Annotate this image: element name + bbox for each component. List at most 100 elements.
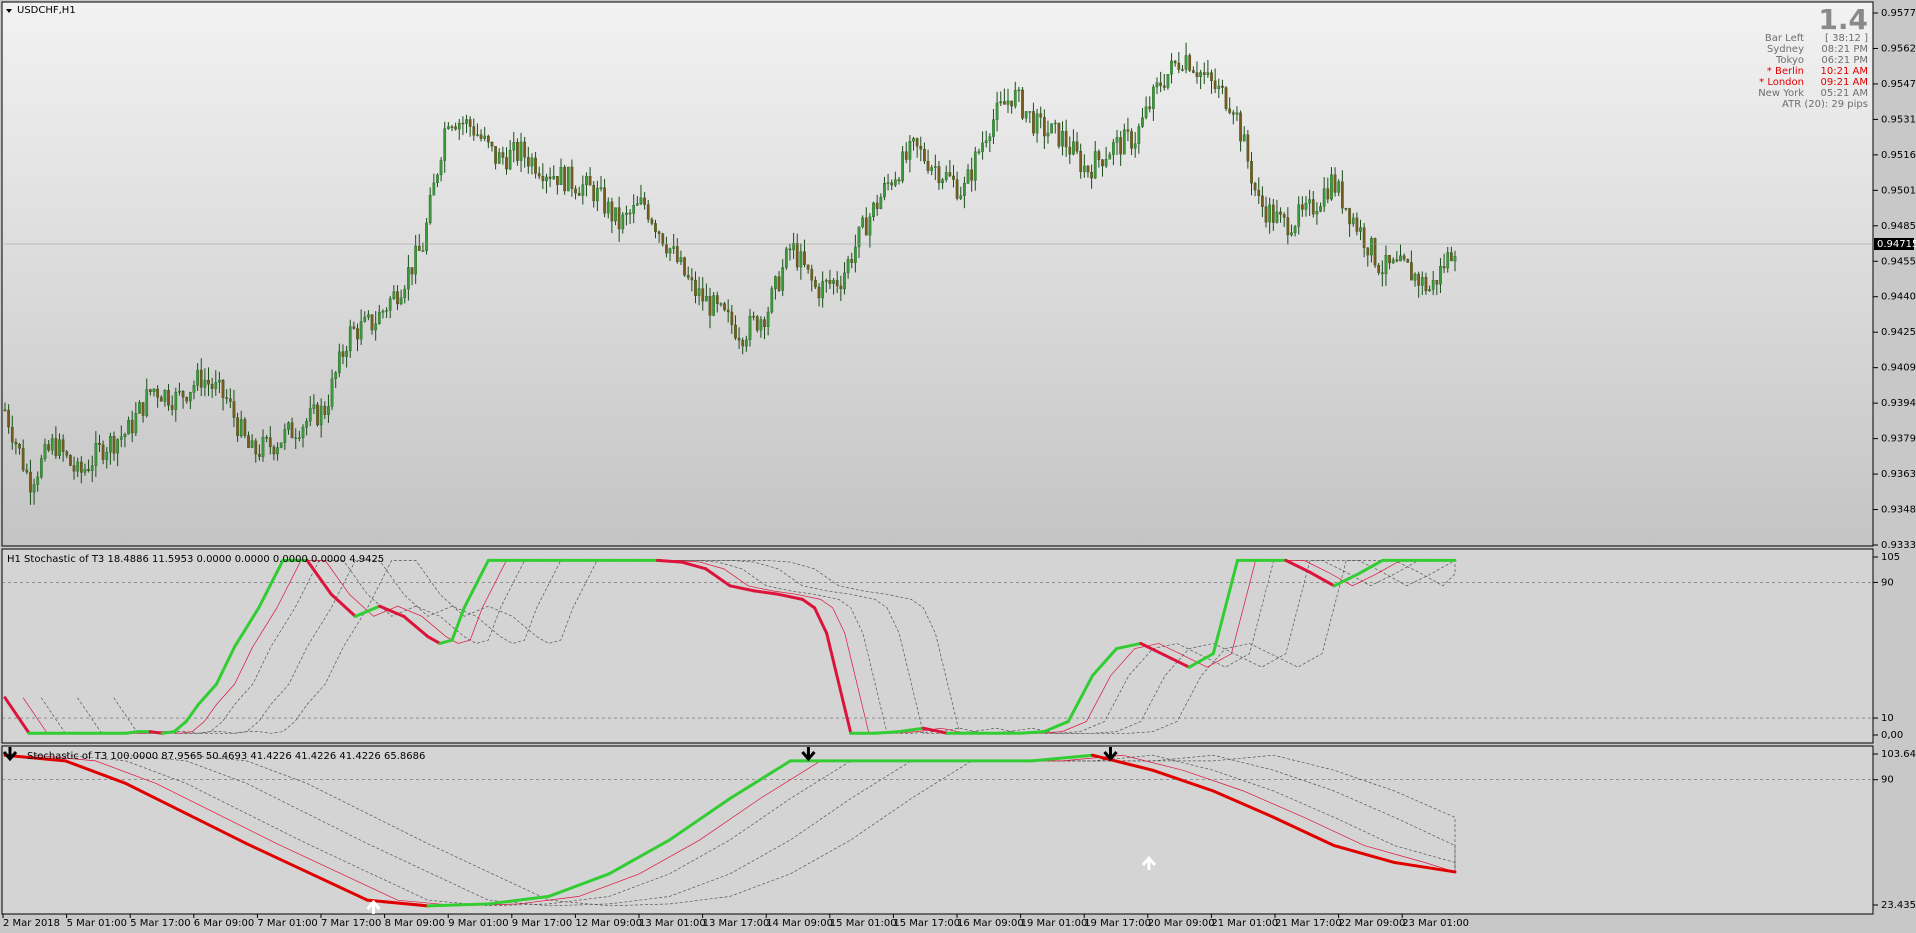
price-tick-label: 0.93330 [1881,540,1916,551]
oscillator-2-label: Stochastic of T3 100.0000 87.9565 50.469… [27,751,425,762]
info-row-value: 10:21 AM [1821,66,1868,77]
candle [1021,87,1024,121]
candle [1373,237,1377,268]
oscillator-2-tick-label: 90 [1881,775,1894,786]
price-tick-label: 0.94855 [1881,221,1916,232]
price-tick-label: 0.94250 [1881,327,1916,338]
time-tick-label: 15 Mar 01:00 [830,918,897,929]
main-line-segment [124,730,140,735]
time-tick-label: 19 Mar 01:00 [1021,918,1088,929]
candle [1050,123,1053,134]
price-tick-label: 0.93945 [1881,398,1916,409]
time-tick-label: 22 Mar 09:00 [1339,918,1406,929]
info-row-value: 05:21 AM [1821,88,1868,99]
candle [1166,74,1170,90]
info-row-label: * Berlin [1767,66,1804,77]
candle [755,315,759,333]
info-row-label: Sydney [1767,44,1804,55]
time-tick-label: 19 Mar 17:00 [1084,918,1151,929]
oscillator-1-tick-label: 10 [1881,713,1894,724]
candle [1188,53,1192,73]
oscillator-1-tick-label: 0,00 [1881,730,1903,741]
oscillator-axes: 105 90 10 0,00 103.6459 90 23.4358 [1873,552,1916,911]
candle [69,454,72,467]
time-tick-label: 20 Mar 09:00 [1148,918,1215,929]
main-line-segment [160,730,176,735]
oscillator-2-panel: Stochastic of T3 100.0000 87.9565 50.469… [1,745,1874,915]
candle [425,218,428,255]
time-tick-label: 9 Mar 01:00 [448,918,508,929]
candle [770,285,774,314]
price-axis: 0.95770 0.95620 0.95470 0.95315 0.95165 0.950… [1873,8,1916,551]
oscillator-1-label: H1 Stochastic of T3 18.4886 11.5953 0.00… [7,554,384,565]
info-row-label: Tokyo [1775,55,1804,66]
price-tick-label: 0.95620 [1881,43,1916,54]
price-tick-label: 0.95470 [1881,79,1916,90]
time-tick-label: 21 Mar 01:00 [1211,918,1278,929]
info-row-value: 06:21 PM [1821,55,1868,66]
main-line-segment [873,730,901,735]
time-axis: 2 Mar 2018 5 Mar 01:00 5 Mar 17:00 6 Mar 09… [2,914,1469,929]
price-tick-label: 0.94095 [1881,363,1916,374]
candle [566,166,570,192]
info-row-label: * London [1759,77,1804,88]
price-tick-label: 0.94550 [1881,256,1916,267]
oscillator-1-panel: H1 Stochastic of T3 18.4886 11.5953 0.00… [1,548,1874,744]
candle [279,442,283,449]
time-tick-label: 13 Mar 01:00 [639,918,706,929]
current-price-label: 0.94715 [1877,239,1916,250]
time-tick-label: 23 Mar 01:00 [1402,918,1469,929]
time-tick-label: 7 Mar 01:00 [257,918,317,929]
main-line-segment [148,730,164,735]
main-line-segment [426,902,490,908]
price-tick-label: 0.95315 [1881,114,1916,125]
main-line-segment [656,558,684,564]
info-big-value: 1.4 [1818,3,1868,36]
time-tick-label: 13 Mar 17:00 [703,918,770,929]
time-tick-label: 5 Mar 01:00 [67,918,127,929]
info-row-value: 09:21 AM [1821,77,1868,88]
candle [243,417,247,439]
candle [661,232,665,247]
candle [712,291,715,317]
oscillator-1-tick-label: 105 [1881,552,1900,563]
symbol-title: USDCHF,H1 [17,5,76,16]
atr-readout: ATR (20): 29 pips [1782,99,1868,110]
price-tick-label: 0.94400 [1881,292,1916,303]
time-tick-label: 2 Mar 2018 [3,918,60,929]
current-price-tag: 0.94715 [1874,238,1916,250]
price-tick-label: 0.93790 [1881,434,1916,445]
chart-canvas: USDCHF,H1 1.4 Bar Left [ 38:12 ] Sydney 08:2… [1,1,1916,929]
candle [683,256,686,277]
info-row-value: [ 38:12 ] [1825,33,1868,44]
time-tick-label: 15 Mar 17:00 [893,918,960,929]
candle [1057,122,1061,149]
time-tick-label: 9 Mar 17:00 [512,918,572,929]
price-tick-label: 0.95770 [1881,8,1916,19]
candle [1224,86,1228,112]
time-tick-label: 14 Mar 09:00 [766,918,833,929]
oscillator-1-tick-label: 90 [1881,577,1894,588]
main-line-segment [1018,730,1046,735]
price-tick-label: 0.93635 [1881,469,1916,480]
time-tick-label: 16 Mar 09:00 [957,918,1024,929]
time-tick-label: 7 Mar 17:00 [321,918,381,929]
candle [39,454,43,480]
time-tick-label: 12 Mar 09:00 [575,918,642,929]
info-row-label: New York [1758,88,1804,99]
time-tick-label: 21 Mar 17:00 [1275,918,1342,929]
time-tick-label: 5 Mar 17:00 [130,918,190,929]
time-tick-label: 8 Mar 09:00 [385,918,445,929]
info-row-label: Bar Left [1765,33,1804,44]
candle [316,401,319,427]
price-tick-label: 0.93485 [1881,505,1916,516]
price-tick-label: 0.95165 [1881,150,1916,161]
price-tick-label: 0.95010 [1881,185,1916,196]
price-panel: USDCHF,H1 1.4 Bar Left [ 38:12 ] Sydney 08:2… [1,1,1874,547]
info-row-value: 08:21 PM [1821,44,1868,55]
candle [784,246,788,270]
time-tick-label: 6 Mar 09:00 [194,918,254,929]
oscillator-2-tick-label: 23.4358 [1881,900,1916,911]
oscillator-2-tick-label: 103.6459 [1881,749,1916,760]
candle [563,164,566,195]
